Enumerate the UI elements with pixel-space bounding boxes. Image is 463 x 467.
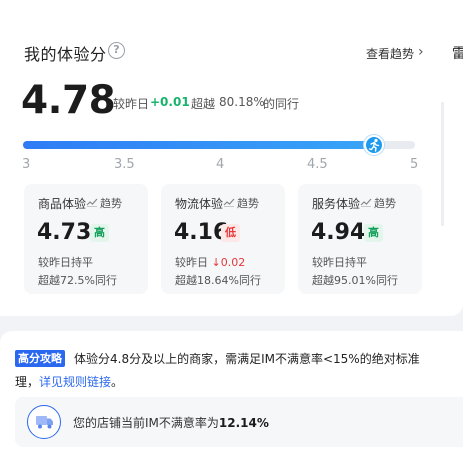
sub-score-service: 服务体验 趋势 4.94 高 较昨日持平 超越95.01%同行 xyxy=(298,184,422,294)
compare-label: 较昨日 xyxy=(113,97,150,111)
down-arrow-icon: ↓ xyxy=(211,256,221,269)
rules-link[interactable]: 详见规则链接 xyxy=(39,375,111,389)
view-trend-link[interactable]: 查看趋势 xyxy=(366,45,414,62)
scale-tick: 3.5 xyxy=(114,157,135,172)
tip-line2-prefix: 理， xyxy=(15,375,40,389)
compare-value: +0.01 xyxy=(150,95,190,109)
score-progress-track xyxy=(23,141,415,149)
sub-trend-link[interactable]: 趋势 xyxy=(237,195,259,211)
sub-compare-text: 较昨日持平 xyxy=(38,256,93,269)
help-icon[interactable]: ? xyxy=(108,42,125,59)
level-badge: 高 xyxy=(90,224,109,242)
sub-score-value: 4.73 xyxy=(37,220,92,245)
scrollbar-track[interactable] xyxy=(441,102,444,226)
tip-text-continued: 理，详见规则链接。 xyxy=(15,373,123,390)
page-title: 我的体验分 xyxy=(24,45,107,64)
beat-label: 超越 xyxy=(191,97,216,111)
sub-beat-text: 超越72.5%同行 xyxy=(38,274,117,287)
sub-compare-prefix: 较昨日 xyxy=(175,256,208,269)
scale-tick: 4 xyxy=(216,157,225,172)
chevron-right-icon[interactable]: › xyxy=(418,44,424,60)
sub-trend-link[interactable]: 趋势 xyxy=(100,195,122,211)
sub-score-logistics: 物流体验 趋势 4.16 低 较昨日 ↓0.02 超越18.64%同行 xyxy=(161,184,285,294)
sub-trend-link[interactable]: 趋势 xyxy=(374,195,396,211)
strategy-tag: 高分攻略 xyxy=(15,350,65,367)
score-card: 我的体验分 ? 查看趋势 › 雷 4.78 较昨日 +0.01 超越 80.18… xyxy=(0,0,463,316)
sub-compare-text: 较昨日 ↓0.02 xyxy=(175,254,245,270)
tip-line2-suffix: 。 xyxy=(111,375,124,389)
im-rate-row: 您的店铺当前IM不满意率为12.14% xyxy=(15,397,463,447)
sub-score-name: 物流体验 xyxy=(175,197,224,211)
scale-tick: 4.5 xyxy=(307,157,328,172)
sub-score-name: 商品体验 xyxy=(38,197,87,211)
level-badge: 高 xyxy=(364,224,383,242)
level-badge: 低 xyxy=(221,224,240,242)
sub-score-name: 服务体验 xyxy=(312,197,361,211)
truncated-tab-label[interactable]: 雷 xyxy=(452,43,463,63)
trend-icon[interactable] xyxy=(86,197,98,207)
runner-icon xyxy=(364,135,384,155)
beat-suffix: 的同行 xyxy=(263,97,300,111)
trend-icon[interactable] xyxy=(360,197,372,207)
sub-beat-text: 超越18.64%同行 xyxy=(175,274,261,287)
sub-beat-text: 超越95.01%同行 xyxy=(312,274,398,287)
im-rate-value: 12.14% xyxy=(218,416,269,430)
im-rate-prefix: 您的店铺当前IM不满意率为 xyxy=(73,416,219,430)
delivery-truck-icon xyxy=(27,405,61,439)
sub-compare-delta: 0.02 xyxy=(220,256,246,269)
tip-text: 体验分4.8分及以上的商家，需满足IM不满意率<15%的绝对标准 xyxy=(74,352,420,366)
im-rate-text: 您的店铺当前IM不满意率为12.14% xyxy=(73,414,269,431)
sub-score-value: 4.94 xyxy=(311,220,366,245)
beat-value: 80.18% xyxy=(219,95,265,109)
scale-tick: 5 xyxy=(410,157,419,172)
sub-compare-text: 较昨日持平 xyxy=(312,256,367,269)
trend-icon[interactable] xyxy=(223,197,235,207)
overall-score: 4.78 xyxy=(21,78,116,123)
scale-tick: 3 xyxy=(22,157,31,172)
score-progress-fill xyxy=(23,141,372,149)
sub-score-product: 商品体验 趋势 4.73 高 较昨日持平 超越72.5%同行 xyxy=(24,184,148,294)
